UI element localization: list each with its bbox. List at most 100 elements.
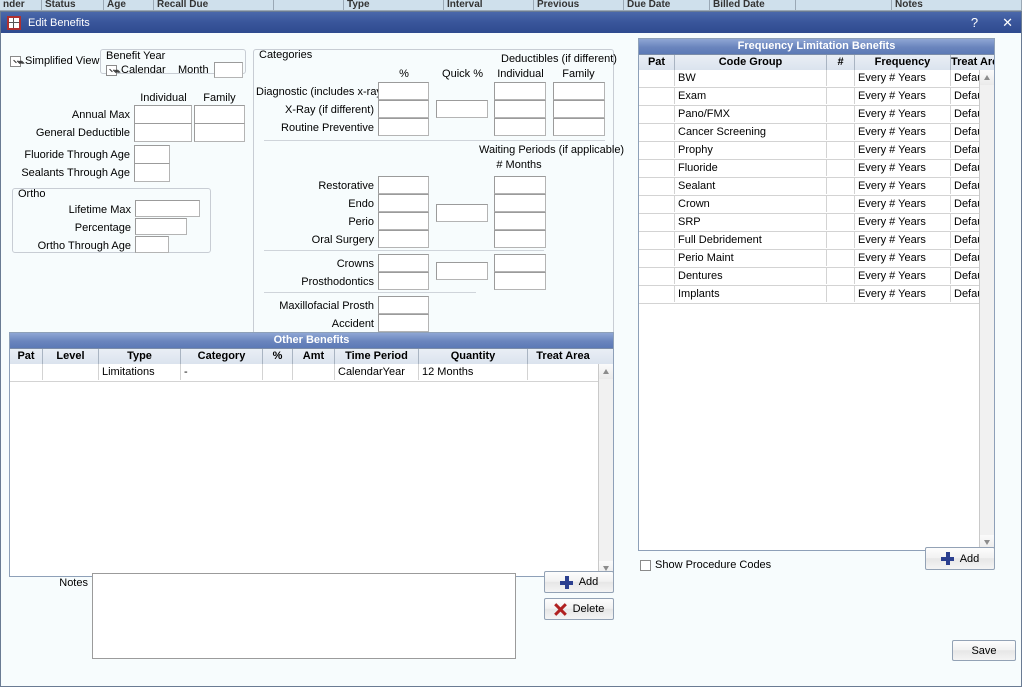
month-input[interactable]	[214, 62, 243, 78]
crowns-pct-input[interactable]	[378, 254, 429, 272]
crowns-months-input[interactable]	[494, 254, 546, 272]
table-row[interactable]: Sealant Every # YearsDefault	[639, 178, 979, 196]
cell-quantity: 12 Months	[419, 364, 528, 380]
group3-quick-pct-input[interactable]	[436, 262, 488, 280]
crowns-label: Crowns	[336, 258, 374, 270]
help-icon[interactable]: ?	[967, 15, 982, 30]
freq-scroll-up-icon[interactable]	[980, 70, 994, 85]
ob-col-amt[interactable]: Amt	[293, 349, 335, 364]
annual-max-family-input[interactable]	[194, 105, 245, 124]
cell-time-period: CalendarYear	[335, 364, 419, 380]
notes-input[interactable]	[92, 573, 516, 659]
cell-num	[827, 178, 855, 194]
show-procedure-codes-checkbox[interactable]	[640, 560, 651, 571]
freq-col-num[interactable]: #	[827, 55, 855, 70]
restorative-months-input[interactable]	[494, 176, 546, 194]
ob-col-treat-area[interactable]: Treat Area	[528, 349, 598, 364]
table-row[interactable]: Perio Maint Every # YearsDefault	[639, 250, 979, 268]
simplified-view-checkbox[interactable]	[10, 56, 21, 67]
endo-pct-input[interactable]	[378, 194, 429, 212]
ob-col-time-period[interactable]: Time Period	[335, 349, 419, 364]
diagnostic-deduct-family-input[interactable]	[553, 82, 605, 100]
restorative-pct-input[interactable]	[378, 176, 429, 194]
sealants-through-age-input[interactable]	[134, 163, 170, 182]
ortho-percentage-input[interactable]	[135, 218, 187, 235]
cell-treat-area: Default	[954, 162, 979, 174]
ob-col-level[interactable]: Level	[43, 349, 99, 364]
ortho-lifetime-max-input[interactable]	[135, 200, 200, 217]
table-row[interactable]: Exam Every # YearsDefault	[639, 88, 979, 106]
diagnostic-deduct-individual-input[interactable]	[494, 82, 546, 100]
routine-preventive-pct-input[interactable]	[378, 118, 429, 136]
ob-scroll-up-icon[interactable]	[599, 364, 613, 379]
general-deductible-family-input[interactable]	[194, 123, 245, 142]
table-row[interactable]: Fluoride Every # YearsDefault	[639, 160, 979, 178]
routine-preventive-deduct-individual-input[interactable]	[494, 118, 546, 136]
frequency-add-button[interactable]: Add	[925, 547, 995, 570]
freq-col-pat[interactable]: Pat	[639, 55, 675, 70]
table-row[interactable]: Cancer Screening Every # YearsDefault	[639, 124, 979, 142]
prosthodontics-months-input[interactable]	[494, 272, 546, 290]
diagnostic-pct-input[interactable]	[378, 82, 429, 100]
other-benefits-delete-button[interactable]: Delete	[544, 598, 614, 620]
background-column-header: nder	[0, 0, 42, 11]
table-row[interactable]: Implants Every # YearsDefault	[639, 286, 979, 304]
oral-surgery-months-input[interactable]	[494, 230, 546, 248]
ortho-through-age-input[interactable]	[135, 236, 169, 253]
general-deductible-individual-input[interactable]	[134, 123, 192, 142]
other-benefits-add-button[interactable]: Add	[544, 571, 614, 593]
cell-code-group: Implants	[675, 286, 827, 302]
cell-num	[827, 214, 855, 230]
cell-num	[827, 286, 855, 302]
cell-pat	[10, 364, 43, 380]
xray-pct-input[interactable]	[378, 100, 429, 118]
individual-header: Individual	[140, 92, 187, 104]
maxillofacial-prosth-pct-input[interactable]	[378, 296, 429, 314]
group2-quick-pct-input[interactable]	[436, 204, 488, 222]
fluoride-through-age-input[interactable]	[134, 145, 170, 164]
freq-col-frequency[interactable]: Frequency	[855, 55, 951, 70]
freq-col-code-group[interactable]: Code Group	[675, 55, 827, 70]
ob-col-quantity[interactable]: Quantity	[419, 349, 528, 364]
close-icon[interactable]: ✕	[998, 15, 1017, 31]
oral-surgery-pct-input[interactable]	[378, 230, 429, 248]
deduct-individual-header: Individual	[497, 68, 544, 80]
ob-col-type[interactable]: Type	[99, 349, 181, 364]
group1-quick-pct-input[interactable]	[436, 100, 488, 118]
table-row[interactable]: Limitations - CalendarYear 12 Months	[10, 364, 598, 382]
other-benefits-scrollbar[interactable]	[598, 364, 613, 576]
pct-header: %	[399, 68, 409, 80]
accident-pct-input[interactable]	[378, 314, 429, 332]
table-row[interactable]: SRP Every # YearsDefault	[639, 214, 979, 232]
cell-pat	[639, 232, 675, 248]
ob-col-pat[interactable]: Pat	[10, 349, 43, 364]
table-row[interactable]: Crown Every # YearsDefault	[639, 196, 979, 214]
annual-max-individual-input[interactable]	[134, 105, 192, 124]
freq-col-treat-area[interactable]: Treat Area	[951, 55, 994, 70]
ob-col-category[interactable]: Category	[181, 349, 263, 364]
endo-months-input[interactable]	[494, 194, 546, 212]
frequency-grid-body[interactable]: BWEvery # YearsDefaultExamEvery # YearsD…	[639, 70, 979, 550]
cell-pat	[639, 160, 675, 176]
table-row[interactable]: Full Debridement Every # YearsDefault	[639, 232, 979, 250]
table-row[interactable]: BW Every # YearsDefault	[639, 70, 979, 88]
perio-months-input[interactable]	[494, 212, 546, 230]
save-button[interactable]: Save	[952, 640, 1016, 661]
ob-col-pct[interactable]: %	[263, 349, 293, 364]
xray-deduct-individual-input[interactable]	[494, 100, 546, 118]
cell-pct	[263, 364, 293, 380]
background-column-header: Previous	[534, 0, 624, 11]
frequency-limitation-grid[interactable]: Frequency Limitation Benefits Pat Code G…	[638, 38, 995, 551]
table-row[interactable]: Pano/FMX Every # YearsDefault	[639, 106, 979, 124]
cell-frequency: Every # Years	[855, 70, 951, 86]
table-row[interactable]: Dentures Every # YearsDefault	[639, 268, 979, 286]
perio-pct-input[interactable]	[378, 212, 429, 230]
xray-deduct-family-input[interactable]	[553, 100, 605, 118]
calendar-checkbox[interactable]	[106, 65, 117, 76]
prosthodontics-pct-input[interactable]	[378, 272, 429, 290]
other-benefits-grid[interactable]: Other Benefits Pat Level Type Category %…	[9, 332, 614, 577]
routine-preventive-deduct-family-input[interactable]	[553, 118, 605, 136]
table-row[interactable]: Prophy Every # YearsDefault	[639, 142, 979, 160]
other-benefits-body[interactable]: Limitations - CalendarYear 12 Months	[10, 364, 598, 576]
frequency-grid-scrollbar[interactable]	[979, 70, 994, 550]
